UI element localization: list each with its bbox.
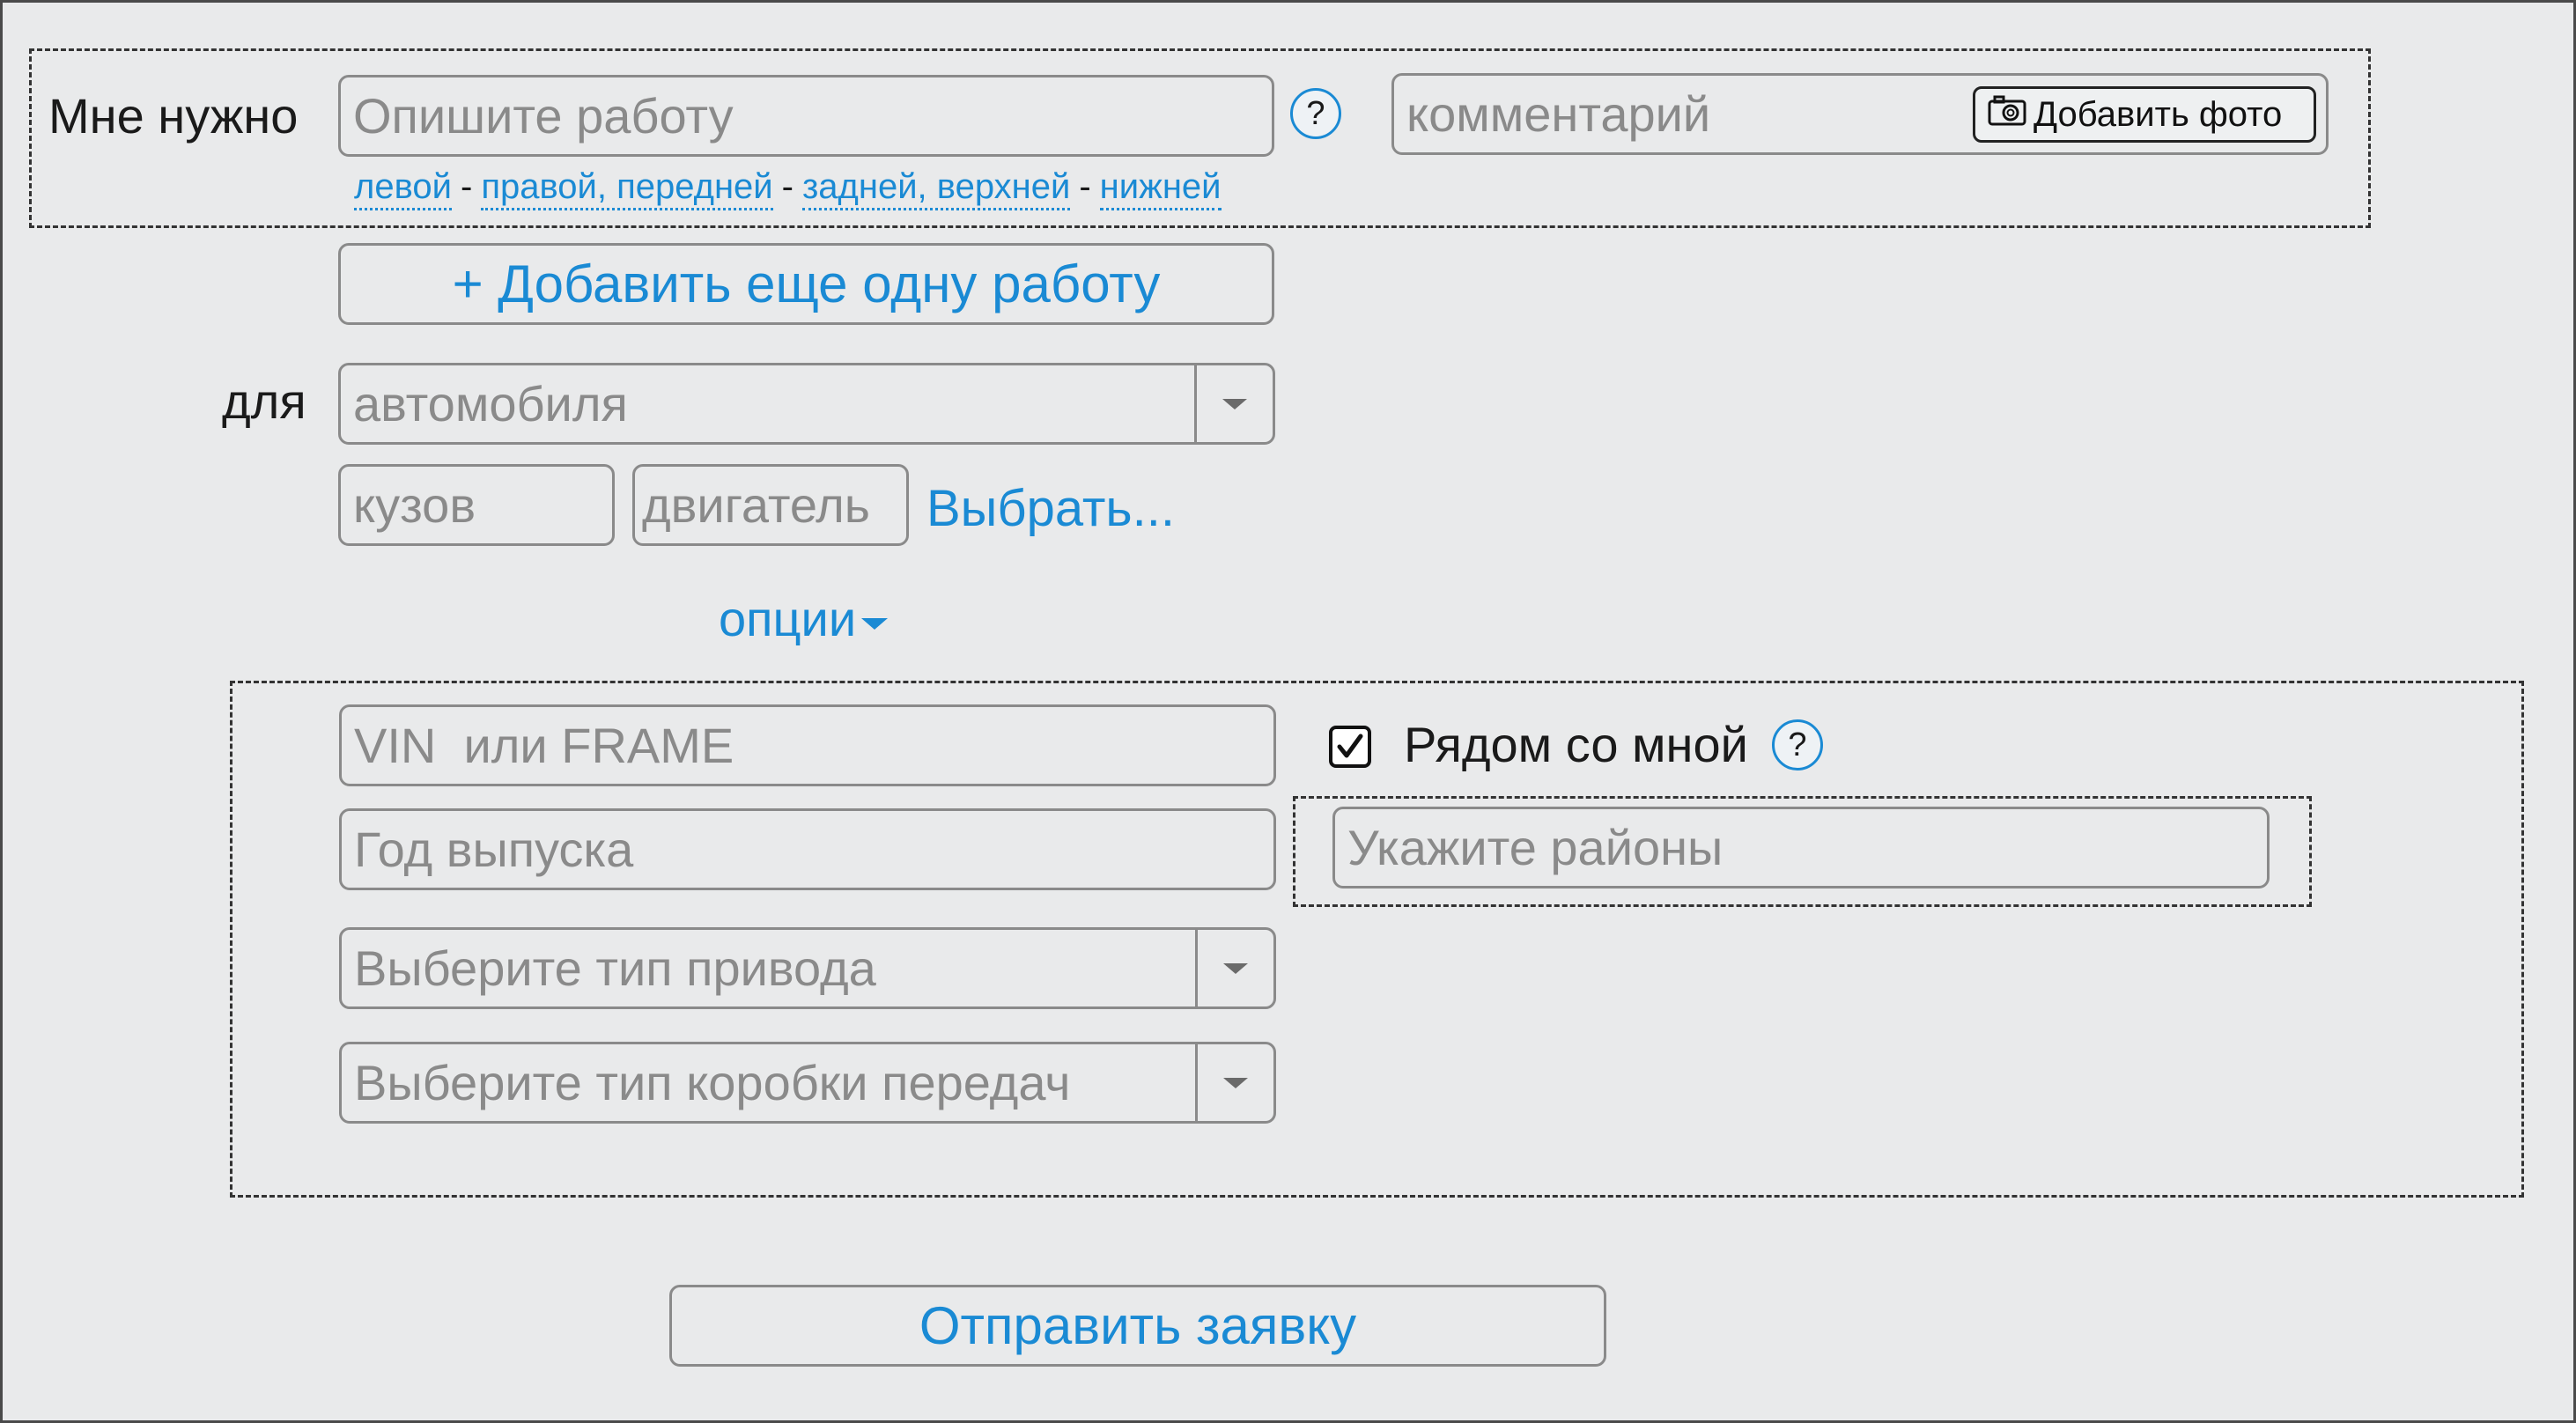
districts-input[interactable]: Укажите районы [1332, 807, 2270, 888]
choose-link[interactable]: Выбрать... [926, 479, 1175, 538]
add-photo-button[interactable]: Добавить фото [1973, 86, 2316, 143]
engine-placeholder: двигатель [642, 476, 870, 533]
vehicle-dropdown-button[interactable] [1194, 365, 1273, 442]
body-placeholder: кузов [353, 476, 476, 533]
drive-dropdown-button[interactable] [1195, 930, 1273, 1006]
gearbox-placeholder: Выберите тип коробки передач [354, 1054, 1071, 1110]
engine-input[interactable]: двигатель [632, 464, 909, 546]
work-description-input[interactable]: Опишите работу [338, 75, 1274, 157]
work-help-text: ? [1306, 94, 1325, 132]
vehicle-select[interactable]: автомобиля [338, 363, 1275, 445]
vin-input[interactable]: VIN или FRAME [339, 704, 1276, 786]
position-link-left[interactable]: левой [354, 167, 452, 210]
position-sep: - [460, 167, 473, 206]
near-me-checkbox[interactable] [1329, 726, 1371, 768]
checkbox-checked-icon [1337, 734, 1363, 758]
vin-placeholder: VIN или FRAME [354, 717, 734, 773]
submit-button[interactable]: Отправить заявку [669, 1285, 1606, 1367]
camera-icon [1988, 94, 2026, 135]
position-sep: - [1079, 167, 1091, 206]
position-links: левой - правой, передней - задней, верхней - н… [354, 167, 1222, 210]
body-input[interactable]: кузов [338, 464, 615, 546]
caret-down-icon [861, 618, 889, 630]
position-link-bottom[interactable]: нижней [1099, 167, 1222, 210]
add-work-label: + Добавить еще одну работу [452, 254, 1161, 313]
add-work-button[interactable]: + Добавить еще одну работу [338, 243, 1274, 325]
districts-placeholder: Укажите районы [1347, 819, 1723, 875]
position-link-right-front[interactable]: правой, передней [481, 167, 773, 210]
position-link-rear-top[interactable]: задней, верхней [801, 167, 1071, 210]
gearbox-select[interactable]: Выберите тип коробки передач [339, 1042, 1276, 1124]
chevron-down-icon [1222, 398, 1247, 409]
position-sep: - [781, 167, 793, 206]
vehicle-select-value: автомобиля [353, 375, 628, 431]
vehicle-label: для [222, 373, 306, 429]
near-me-help-icon[interactable]: ? [1772, 719, 1823, 770]
year-input[interactable]: Год выпуска [339, 808, 1276, 890]
drive-type-placeholder: Выберите тип привода [354, 940, 876, 996]
near-me-help-text: ? [1788, 726, 1807, 763]
work-help-icon[interactable]: ? [1290, 88, 1341, 139]
options-toggle[interactable]: опции [719, 590, 889, 647]
submit-label: Отправить заявку [919, 1296, 1357, 1355]
work-description-placeholder: Опишите работу [353, 87, 734, 144]
comment-placeholder: комментарий [1406, 85, 1711, 142]
add-photo-label: Добавить фото [2033, 94, 2283, 134]
drive-type-select[interactable]: Выберите тип привода [339, 927, 1276, 1009]
work-label: Мне нужно [48, 88, 299, 144]
options-toggle-label: опции [719, 591, 857, 646]
year-placeholder: Год выпуска [354, 821, 634, 877]
gearbox-dropdown-button[interactable] [1195, 1044, 1273, 1121]
chevron-down-icon [1223, 1077, 1248, 1088]
near-me-label: Рядом со мной [1404, 717, 1748, 772]
chevron-down-icon [1223, 962, 1248, 974]
